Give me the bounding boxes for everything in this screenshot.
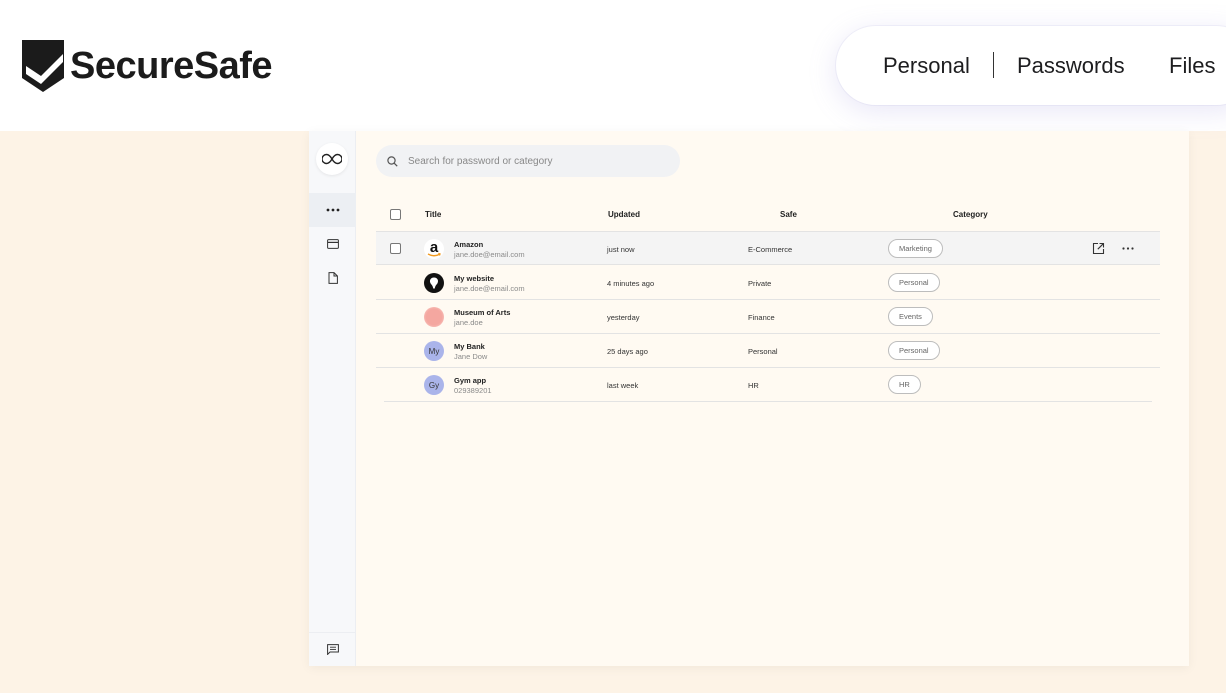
column-header-updated[interactable]: Updated (608, 210, 640, 219)
table-row[interactable]: My My Bank Jane Dow 25 days ago Personal… (376, 334, 1160, 368)
open-external-icon[interactable] (1092, 242, 1105, 255)
table-row[interactable]: a Amazon jane.doe@email.com just now E-C… (376, 231, 1160, 265)
row-safe: Private (748, 279, 772, 288)
document-icon (328, 272, 338, 284)
table-row[interactable]: My website jane.doe@email.com 4 minutes … (376, 266, 1160, 300)
nav-passwords[interactable]: Passwords (1017, 53, 1125, 79)
row-title: My website (454, 274, 495, 283)
select-all-checkbox[interactable] (390, 209, 401, 220)
row-safe: HR (748, 381, 759, 390)
nav-divider (993, 52, 994, 78)
row-title: My Bank (454, 342, 485, 351)
brand[interactable]: SecureSafe (22, 40, 273, 92)
row-subtitle: 029389201 (454, 386, 492, 395)
row-updated: 4 minutes ago (607, 279, 655, 288)
app-window: Title Updated Safe Category a Amazon jan… (309, 131, 1189, 666)
row-subtitle: jane.doe@email.com (454, 250, 525, 259)
column-header-category[interactable]: Category (953, 210, 988, 219)
table-row[interactable]: Museum of Arts jane.doe yesterday Financ… (376, 300, 1160, 334)
category-badge[interactable]: Events (888, 307, 933, 326)
credit-card-icon (326, 239, 339, 249)
brand-name: SecureSafe (70, 44, 273, 87)
row-subtitle: jane.doe (454, 318, 483, 327)
main-nav: Personal Passwords Files (836, 26, 1226, 105)
svg-text:a: a (430, 239, 439, 256)
row-title: Amazon (454, 240, 484, 249)
avatar: My (424, 341, 444, 361)
table-row[interactable]: Gy Gym app 029389201 last week HR HR (384, 368, 1152, 402)
sidebar-item-passwords[interactable] (309, 193, 356, 227)
row-safe: Personal (748, 347, 778, 356)
row-updated: last week (607, 381, 639, 390)
sidebar-rail (309, 131, 356, 666)
row-subtitle: Jane Dow (454, 352, 488, 361)
category-badge[interactable]: Personal (888, 341, 940, 360)
category-badge[interactable]: HR (888, 375, 921, 394)
row-safe: Finance (748, 313, 775, 322)
column-header-title[interactable]: Title (425, 210, 441, 219)
row-title: Museum of Arts (454, 308, 511, 317)
website-icon (424, 273, 444, 293)
search-input[interactable] (408, 155, 658, 167)
category-badge[interactable]: Personal (888, 273, 940, 292)
amazon-icon: a (424, 239, 444, 259)
sidebar-item-cards[interactable] (309, 227, 356, 261)
top-header: SecureSafe Personal Passwords Files (0, 0, 1226, 131)
sidebar-item-files[interactable] (309, 261, 356, 295)
infinity-logo-icon[interactable] (316, 143, 348, 175)
row-safe: E-Commerce (748, 245, 793, 254)
more-options-icon[interactable] (1122, 247, 1134, 250)
message-icon (326, 644, 339, 655)
row-title: Gym app (454, 376, 487, 385)
avatar: Gy (424, 375, 444, 395)
nav-personal[interactable]: Personal (883, 53, 970, 79)
dots-icon (326, 208, 339, 212)
category-badge[interactable]: Marketing (888, 239, 943, 258)
shield-check-logo-icon (22, 40, 64, 92)
row-updated: yesterday (607, 313, 640, 322)
row-checkbox[interactable] (390, 243, 401, 254)
column-header-safe[interactable]: Safe (780, 210, 797, 219)
search-icon (387, 155, 398, 167)
nav-files[interactable]: Files (1169, 53, 1215, 79)
row-updated: just now (607, 245, 635, 254)
sidebar-item-chat[interactable] (309, 632, 356, 666)
search-bar[interactable] (376, 145, 680, 177)
row-subtitle: jane.doe@email.com (454, 284, 525, 293)
row-updated: 25 days ago (607, 347, 648, 356)
museum-icon (424, 307, 444, 327)
